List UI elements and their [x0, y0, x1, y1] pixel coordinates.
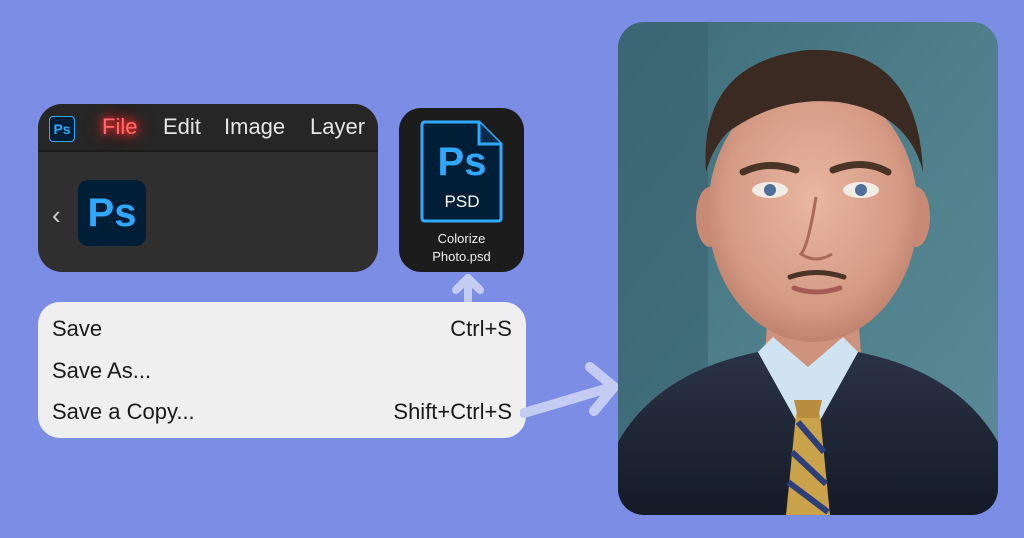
file-name-line1: Colorize: [437, 231, 486, 246]
photoshop-window: Ps File Edit Image Layer ‹ Ps: [38, 104, 378, 272]
menu-item-label: Save: [52, 316, 103, 341]
save-menu: Save Ctrl+S Save As... Save a Copy... Sh…: [38, 302, 526, 438]
menu-item-save-as[interactable]: Save As...: [52, 352, 512, 386]
psd-type-label: PSD: [444, 192, 480, 211]
menu-item-shortcut: Shift+Ctrl+S: [393, 399, 512, 424]
photoshop-icon[interactable]: Ps: [49, 116, 75, 142]
menu-item-label: Save a Copy...: [52, 399, 195, 424]
menu-bar: Ps File Edit Image Layer: [38, 104, 378, 152]
psd-file-tile[interactable]: Ps PSD Colorize Photo.psd: [399, 108, 524, 272]
menu-edit[interactable]: Edit: [163, 114, 201, 140]
menu-item-label: Save As...: [52, 358, 152, 383]
psd-file-icon: Ps PSD: [419, 118, 505, 224]
menu-file[interactable]: File: [102, 114, 137, 140]
photoshop-logo: Ps: [78, 180, 146, 246]
menu-item-save-a-copy[interactable]: Save a Copy... Shift+Ctrl+S: [52, 393, 512, 427]
psd-ps-text: Ps: [437, 140, 487, 184]
chevron-left-icon[interactable]: ‹: [52, 200, 61, 231]
arrow-right-icon: [520, 362, 619, 418]
colorized-portrait-photo: [618, 22, 998, 515]
file-name-line2: Photo.psd: [432, 249, 491, 264]
file-name: Colorize Photo.psd: [399, 230, 524, 266]
menu-layer[interactable]: Layer: [310, 114, 365, 140]
menu-item-save[interactable]: Save Ctrl+S: [52, 310, 512, 344]
menu-image[interactable]: Image: [224, 114, 285, 140]
menu-item-shortcut: Ctrl+S: [450, 316, 512, 341]
